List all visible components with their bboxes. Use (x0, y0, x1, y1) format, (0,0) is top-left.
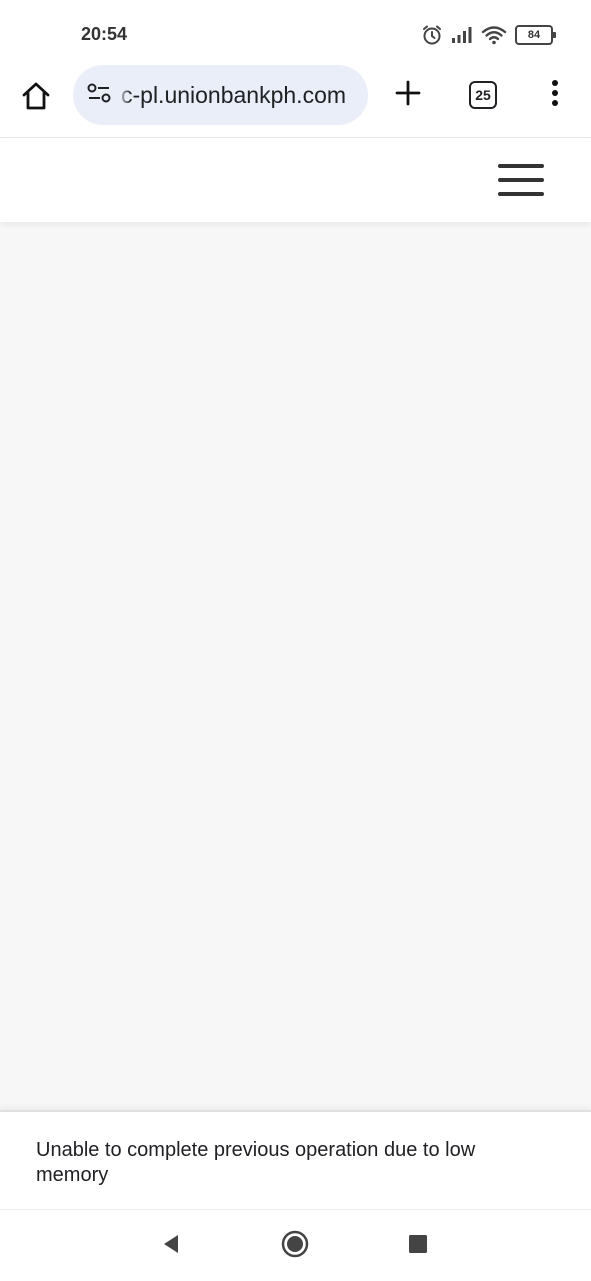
signal-icon (451, 26, 473, 44)
alarm-icon (421, 24, 443, 46)
hamburger-line (498, 192, 544, 196)
site-info-button[interactable] (81, 77, 117, 113)
more-vert-icon (550, 79, 560, 112)
status-time: 20:54 (81, 24, 128, 44)
page-header (0, 138, 591, 222)
recents-icon (408, 1234, 428, 1259)
system-nav-bar (0, 1209, 591, 1281)
system-home-button[interactable] (277, 1228, 313, 1264)
home-button[interactable] (14, 76, 58, 120)
address-bar[interactable]: c-pl.unionbankph.com (73, 65, 368, 125)
hamburger-line (498, 178, 544, 182)
back-button[interactable] (153, 1228, 189, 1264)
status-bar: 20:54 84 (0, 0, 591, 64)
home-icon (21, 81, 51, 116)
new-tab-button[interactable] (386, 73, 430, 117)
back-icon (160, 1233, 182, 1260)
low-memory-snackbar: Unable to complete previous operation du… (0, 1110, 591, 1211)
browser-toolbar: c-pl.unionbankph.com 25 (0, 64, 591, 138)
tab-switcher-button[interactable]: 25 (461, 73, 505, 117)
plus-icon (394, 79, 422, 112)
url-text: c-pl.unionbankph.com (121, 82, 347, 108)
site-info-icon (86, 82, 112, 109)
wifi-icon (481, 25, 507, 45)
more-options-button[interactable] (533, 73, 577, 117)
status-icons: 84 (421, 22, 556, 48)
hamburger-line (498, 164, 544, 168)
hamburger-icon[interactable] (498, 162, 544, 198)
recents-button[interactable] (400, 1228, 436, 1264)
page-content-area (0, 222, 591, 1110)
url-fade (117, 65, 131, 125)
home-circle-icon (281, 1230, 309, 1263)
tab-switcher-icon: 25 (469, 81, 497, 109)
battery-icon: 84 (515, 25, 556, 45)
snackbar-message: Unable to complete previous operation du… (36, 1139, 476, 1186)
